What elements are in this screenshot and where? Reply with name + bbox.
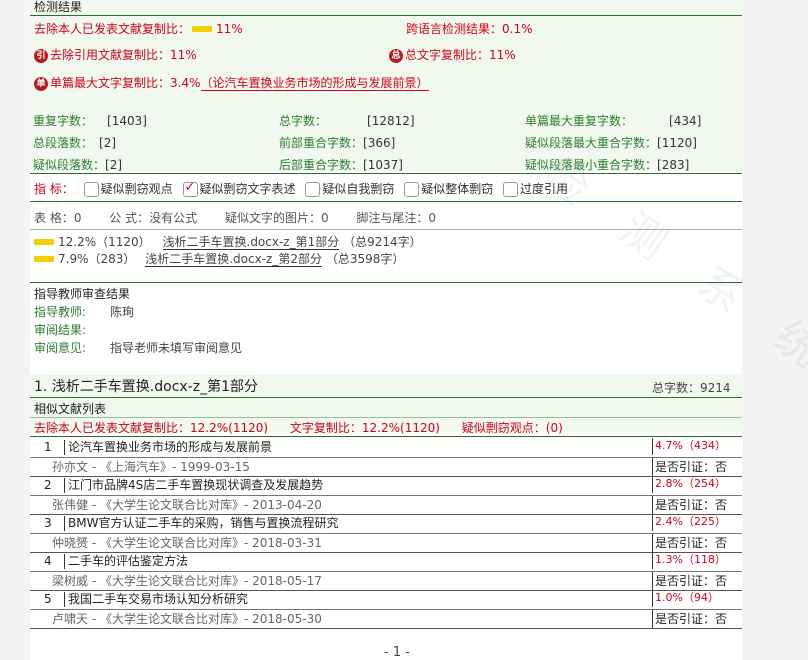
checkbox[interactable]: [503, 182, 519, 197]
reference-percentage: 4.7%（434）: [652, 438, 745, 455]
single-badge-icon: 单: [34, 76, 48, 91]
reference-number: 2: [44, 478, 52, 492]
reference-percentage: 1.0%（94）: [652, 590, 745, 607]
reference-row[interactable]: 1 论汽车置换业务市场的形成与发展前景 4.7%（434）: [30, 438, 742, 457]
stat-back-overlap: 后部重合字数：[1037]: [279, 158, 403, 172]
stat-dup-chars: 重复字数： [1403]: [33, 114, 147, 128]
stat-sus-para-min: 疑似段落最小重合字数：[283]: [525, 158, 690, 172]
reference-row[interactable]: 3 BMW官方认证二手车的采购，销售与置换流程研究 2.4%（225）: [30, 514, 742, 533]
stat-total-para: 总段落数： [2]: [33, 136, 117, 150]
reference-row[interactable]: 4 二手车的评估鉴定方法 1.3%（118）: [30, 552, 742, 571]
cell-separator: [64, 478, 65, 493]
reference-title[interactable]: BMW官方认证二手车的采购，销售与置换流程研究: [68, 514, 338, 533]
reference-meta: 仲晓赟 - 《大学生论文联合比对库》- 2018-03-31: [52, 536, 322, 550]
indicator-row: 指 标： 疑似剽窃观点 疑似剽窃文字表述 疑似自我剽窃 疑似整体剽窃 过度引用: [34, 180, 568, 197]
indicator-plagiarism-text[interactable]: 疑似剽窃文字表述: [177, 180, 296, 197]
reference-percentage: 2.4%（225）: [652, 514, 745, 531]
checkbox[interactable]: [404, 182, 420, 197]
section-title: 检测结果: [34, 0, 83, 14]
stat-total-chars: 总字数： [12812]: [279, 114, 415, 128]
misc-row: 表 格：0 公 式：没有公式 疑似文字的图片：0 脚注与尾注：0: [34, 211, 437, 225]
divider: [30, 173, 742, 174]
reference-row[interactable]: 2 江门市品牌4S店二手车置换现状调查及发展趋势 2.8%（254）: [30, 476, 742, 495]
review-title: 指导教师审查结果: [34, 287, 131, 301]
divider: [30, 15, 742, 16]
reference-meta-row: 仲晓赟 - 《大学生论文联合比对库》- 2018-03-31 是否引证：否: [30, 533, 742, 553]
reference-meta-row: 孙亦文 - 《上海汽车》- 1999-03-15 是否引证：否: [30, 457, 742, 477]
section1-ratios: 去除本人已发表文献复制比：12.2%(1120) 文字复制比：12.2%(112…: [34, 421, 563, 435]
reference-row[interactable]: 5 我国二手车交易市场认知分析研究 1.0%（94）: [30, 590, 742, 609]
single-max-source-link[interactable]: （论汽车置换业务市场的形成与发展前景）: [200, 76, 429, 91]
part-2-row: 7.9%（283） 浅析二手车置换.docx-z_第2部分 （总3598字）: [34, 250, 404, 267]
total-copy-ratio: 总总文字复制比：11%: [389, 46, 516, 63]
part-2-link[interactable]: 浅析二手车置换.docx-z_第2部分: [145, 252, 322, 267]
reference-meta-row: 梁树威 - 《大学生论文联合比对库》- 2018-05-17 是否引证：否: [30, 571, 742, 591]
reference-number: 1: [44, 440, 52, 454]
part-1-row: 12.2%（1120） 浅析二手车置换.docx-z_第1部分 （总9214字）: [34, 233, 422, 250]
reference-meta: 孙亦文 - 《上海汽车》- 1999-03-15: [52, 460, 250, 474]
page-background: 检测结果 去除本人已发表文献复制比： 11% 跨语言检测结果：0.1% 引去除引用…: [0, 0, 808, 660]
exclude-self-ratio: 去除本人已发表文献复制比： 11%: [34, 22, 243, 36]
reference-number: 4: [44, 554, 52, 568]
cell-separator: [64, 592, 65, 607]
page-number: - 1 -: [384, 645, 410, 660]
reference-cite-status: 是否引证：否: [652, 572, 745, 591]
reference-title[interactable]: 我国二手车交易市场认知分析研究: [68, 590, 248, 609]
indicator-plagiarism-view[interactable]: 疑似剽窃观点: [78, 182, 173, 197]
divider: [30, 417, 742, 418]
stat-front-overlap: 前部重合字数：[366]: [279, 136, 396, 150]
divider: [30, 229, 742, 230]
reference-percentage: 1.3%（118）: [652, 552, 745, 569]
stat-sus-para: 疑似段落数：[2]: [33, 158, 123, 172]
checkbox[interactable]: [83, 182, 99, 197]
review-opinion: 审阅意见: 指导老师未填写审阅意见: [34, 341, 243, 355]
reference-cite-status: 是否引证：否: [652, 534, 745, 553]
reference-meta: 卢啸天 - 《大学生论文联合比对库》- 2018-05-30: [52, 612, 322, 626]
single-max-ratio: 单单篇最大文字复制比：3.4%（论汽车置换业务市场的形成与发展前景）: [34, 74, 429, 91]
section1-title: 1. 浅析二手车置换.docx-z_第1部分: [34, 379, 258, 395]
reference-cite-status: 是否引证：否: [652, 496, 745, 515]
stat-sus-para-max: 疑似段落最大重合字数：[1120]: [525, 136, 697, 150]
cell-separator: [64, 516, 65, 531]
reference-number: 5: [44, 592, 52, 606]
checkbox[interactable]: [305, 182, 321, 197]
cell-separator: [64, 440, 65, 455]
reference-title[interactable]: 江门市品牌4S店二手车置换现状调查及发展趋势: [68, 476, 323, 495]
reference-number: 3: [44, 516, 52, 530]
reference-title[interactable]: 论汽车置换业务市场的形成与发展前景: [68, 438, 272, 457]
ratio-bar-icon: [192, 25, 213, 32]
reference-percentage: 2.8%（254）: [652, 476, 745, 493]
cite-badge-icon: 引: [34, 48, 48, 63]
reference-cite-status: 是否引证：否: [652, 458, 745, 477]
checkbox-checked[interactable]: [182, 180, 198, 197]
reference-meta-row: 张伟健 - 《大学生论文联合比对库》- 2013-04-20 是否引证：否: [30, 495, 742, 515]
divider: [30, 282, 742, 283]
reference-cite-status: 是否引证：否: [652, 610, 745, 629]
exclude-cite-ratio: 引去除引用文献复制比：11%: [34, 46, 197, 63]
reference-title[interactable]: 二手车的评估鉴定方法: [68, 552, 188, 571]
total-badge-icon: 总: [389, 48, 403, 63]
indicator-whole-plagiarism[interactable]: 疑似整体剽窃: [398, 182, 493, 197]
section1-total-chars: 总字数：9214: [652, 381, 731, 395]
ratio-bar-icon: [34, 238, 54, 245]
stat-single-max-dup: 单篇最大重复字数： [434]: [525, 114, 702, 128]
indicator-self-plagiarism[interactable]: 疑似自我剽窃: [299, 182, 394, 197]
cross-language-result: 跨语言检测结果：0.1%: [406, 22, 533, 36]
sim-list-title: 相似文献列表: [34, 402, 107, 416]
indicator-over-citation[interactable]: 过度引用: [497, 182, 568, 197]
row-divider: [30, 628, 742, 629]
reference-meta-row: 卢啸天 - 《大学生论文联合比对库》- 2018-05-30 是否引证：否: [30, 609, 742, 629]
divider: [30, 436, 742, 437]
review-teacher: 指导教师: 陈珣: [34, 305, 135, 319]
cell-separator: [64, 554, 65, 569]
reference-meta: 张伟健 - 《大学生论文联合比对库》- 2013-04-20: [52, 498, 322, 512]
ratio-bar-icon: [34, 255, 54, 262]
part-1-link[interactable]: 浅析二手车置换.docx-z_第1部分: [162, 235, 340, 250]
divider: [30, 201, 742, 202]
review-result: 审阅结果:: [34, 323, 87, 337]
reference-meta: 梁树威 - 《大学生论文联合比对库》- 2018-05-17: [52, 574, 322, 588]
divider: [30, 397, 742, 398]
